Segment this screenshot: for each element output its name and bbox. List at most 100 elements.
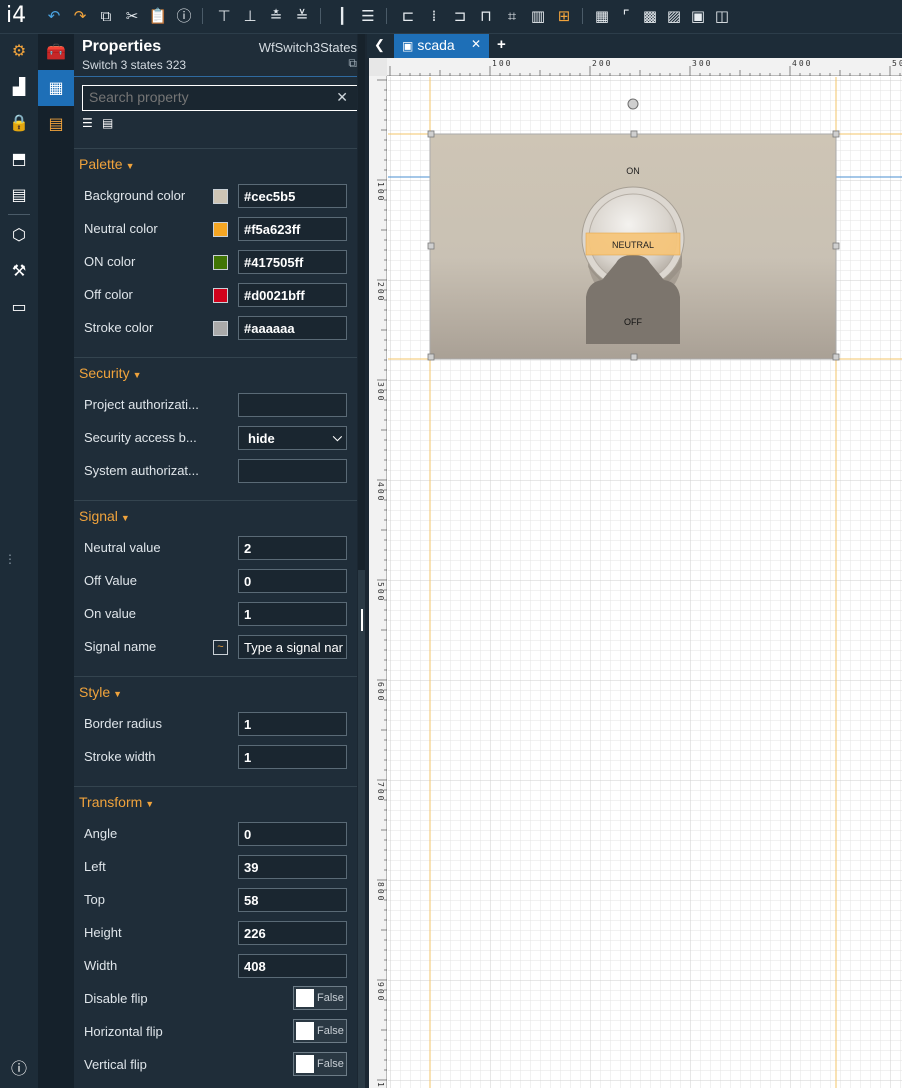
neutral-color-field[interactable]: #f5a623ff [238, 217, 347, 241]
grid-center-icon[interactable]: ▣ [688, 6, 708, 26]
horizontal-flip-toggle[interactable]: False [293, 1019, 347, 1043]
align-right-icon[interactable]: ⊐ [450, 6, 470, 26]
section-palette[interactable]: Palette ▼ [79, 156, 135, 172]
archive-icon[interactable]: ▭ [8, 296, 30, 318]
center-horizontal-icon[interactable]: ☰ [358, 6, 378, 26]
panel-scrollbar[interactable] [357, 34, 367, 1088]
left-field[interactable]: 39 [238, 855, 347, 879]
switch-3-states-widget[interactable]: ON NEUTRAL OFF [429, 133, 837, 360]
resize-grip-icon[interactable]: ⋮ [4, 552, 16, 566]
off-color-swatch[interactable] [213, 288, 228, 303]
redo-icon[interactable]: ↷ [70, 6, 90, 26]
background-color-swatch[interactable] [213, 189, 228, 204]
canvas-grid[interactable]: ON NEUTRAL OFF [388, 77, 902, 1088]
system-authorization-field[interactable] [238, 459, 347, 483]
neutral-state-label: NEUTRAL [612, 240, 654, 250]
top-field[interactable]: 58 [238, 888, 347, 912]
ruler-left-label: 200 [376, 282, 385, 302]
chevron-down-icon: ⌵ [332, 430, 342, 444]
neutral-value-field[interactable]: 2 [238, 536, 347, 560]
border-radius-field[interactable]: 1 [238, 712, 347, 736]
off-state-label: OFF [624, 317, 642, 327]
signal-picker-icon[interactable]: ~ [213, 640, 228, 655]
settings-gear-icon[interactable]: ⚙ [8, 40, 30, 62]
toolbox-icon[interactable]: 🧰 [38, 34, 74, 70]
config-icon[interactable]: ⚒ [8, 260, 30, 282]
report-icon[interactable]: ⬒ [8, 148, 30, 170]
on-state-label: ON [626, 166, 640, 176]
ruler-left-label: 900 [376, 982, 385, 1002]
search-input[interactable] [83, 86, 323, 108]
grid-dense-icon[interactable]: ▩ [640, 6, 660, 26]
list-view-icon[interactable]: ☰ [82, 116, 96, 130]
rotate-handle-icon[interactable] [627, 98, 639, 110]
detail-view-icon[interactable]: ▤ [102, 116, 116, 130]
section-signal[interactable]: Signal ▼ [79, 508, 130, 524]
dashboard-chart-icon[interactable]: ▟ [8, 76, 30, 98]
align-bottom-icon[interactable]: ⊥ [240, 6, 260, 26]
distribute-vertical-icon[interactable]: ┃ [332, 6, 352, 26]
project-authorization-field[interactable] [238, 393, 347, 417]
close-icon[interactable]: ✕ [471, 37, 481, 51]
width-field[interactable]: 408 [238, 954, 347, 978]
vertical-flip-toggle[interactable]: False [293, 1052, 347, 1076]
component-class-name: WfSwitch3States [258, 40, 357, 55]
cut-icon[interactable]: ✂ [122, 6, 142, 26]
section-transform[interactable]: Transform ▼ [79, 794, 154, 810]
paste-icon[interactable]: 📋 [148, 6, 168, 26]
on-value-field[interactable]: 1 [238, 602, 347, 626]
security-lock-icon[interactable]: 🔒 [8, 112, 30, 134]
align-top-icon[interactable]: ⊤ [214, 6, 234, 26]
center-select-icon[interactable]: ⊞ [554, 6, 574, 26]
ruler-top: 100 200 300 400 500 [369, 58, 902, 76]
angle-field[interactable]: 0 [238, 822, 347, 846]
section-style[interactable]: Style ▼ [79, 684, 122, 700]
printer-icon[interactable]: ▤ [8, 184, 30, 206]
cube-icon[interactable]: ⬡ [8, 224, 30, 246]
on-color-field[interactable]: #417505ff [238, 250, 347, 274]
grid-corner-icon[interactable]: ⌜ [616, 6, 636, 26]
info-icon[interactable]: ⓘ [8, 1058, 30, 1080]
search-property-field[interactable]: ✕ [82, 85, 357, 111]
align-left-icon[interactable]: ⊏ [398, 6, 418, 26]
system-authorization-label: System authorizat... [84, 463, 199, 478]
spacing-icon[interactable]: ⌗ [502, 6, 522, 26]
disable-flip-toggle[interactable]: False [293, 986, 347, 1010]
align-top-edge-icon[interactable]: ⊓ [476, 6, 496, 26]
stroke-color-field[interactable]: #aaaaaa [238, 316, 347, 340]
ruler-top-label: 300 [692, 59, 712, 68]
clear-search-icon[interactable]: ✕ [336, 89, 348, 106]
stroke-width-field[interactable]: 1 [238, 745, 347, 769]
grid-icon[interactable]: ▦ [592, 6, 612, 26]
off-color-field[interactable]: #d0021bff [238, 283, 347, 307]
ruler-left-label: 700 [376, 782, 385, 802]
chevron-left-icon[interactable]: ❮ [374, 37, 385, 53]
distribute-horizontal-icon[interactable]: ⁞ [424, 6, 444, 26]
properties-icon[interactable]: ▦ [38, 70, 74, 106]
background-color-field[interactable]: #cec5b5 [238, 184, 347, 208]
bar-align-icon[interactable]: ▥ [528, 6, 548, 26]
scada-canvas[interactable]: ON NEUTRAL OFF 100 200 300 400 5 100 200… [369, 58, 902, 1088]
stroke-color-swatch[interactable] [213, 321, 228, 336]
grid-dotted-icon[interactable]: ▨ [664, 6, 684, 26]
scada-tab-icon: ▣ [402, 39, 414, 53]
copy-icon[interactable]: ⧉ [96, 6, 116, 26]
info-icon[interactable]: ⓘ [174, 6, 194, 26]
neutral-color-swatch[interactable] [213, 222, 228, 237]
top-toolbar: i4 ↶ ↷ ⧉ ✂ 📋 ⓘ ⊤ ⊥ ≛ ≚ ┃ ☰ ⊏ ⁞ ⊐ ⊓ ⌗ ▥ ⊞… [0, 0, 902, 34]
on-color-swatch[interactable] [213, 255, 228, 270]
document-icon[interactable]: ▤ [38, 106, 74, 142]
section-security[interactable]: Security ▼ [79, 365, 142, 381]
undo-icon[interactable]: ↶ [44, 6, 64, 26]
copy-id-icon[interactable]: ⧉ [348, 56, 357, 71]
security-access-select[interactable]: hide ⌵ [238, 426, 347, 450]
off-value-field[interactable]: 0 [238, 569, 347, 593]
height-field[interactable]: 226 [238, 921, 347, 945]
align-bottom-alt-icon[interactable]: ≚ [292, 6, 312, 26]
grid-snap-icon[interactable]: ◫ [712, 6, 732, 26]
vertical-flip-label: Vertical flip [84, 1057, 147, 1072]
align-top-alt-icon[interactable]: ≛ [266, 6, 286, 26]
signal-name-field[interactable]: Type a signal nar [238, 635, 347, 659]
add-tab-icon[interactable]: + [497, 36, 506, 53]
tab-scada[interactable]: ▣ scada ✕ [394, 34, 489, 58]
